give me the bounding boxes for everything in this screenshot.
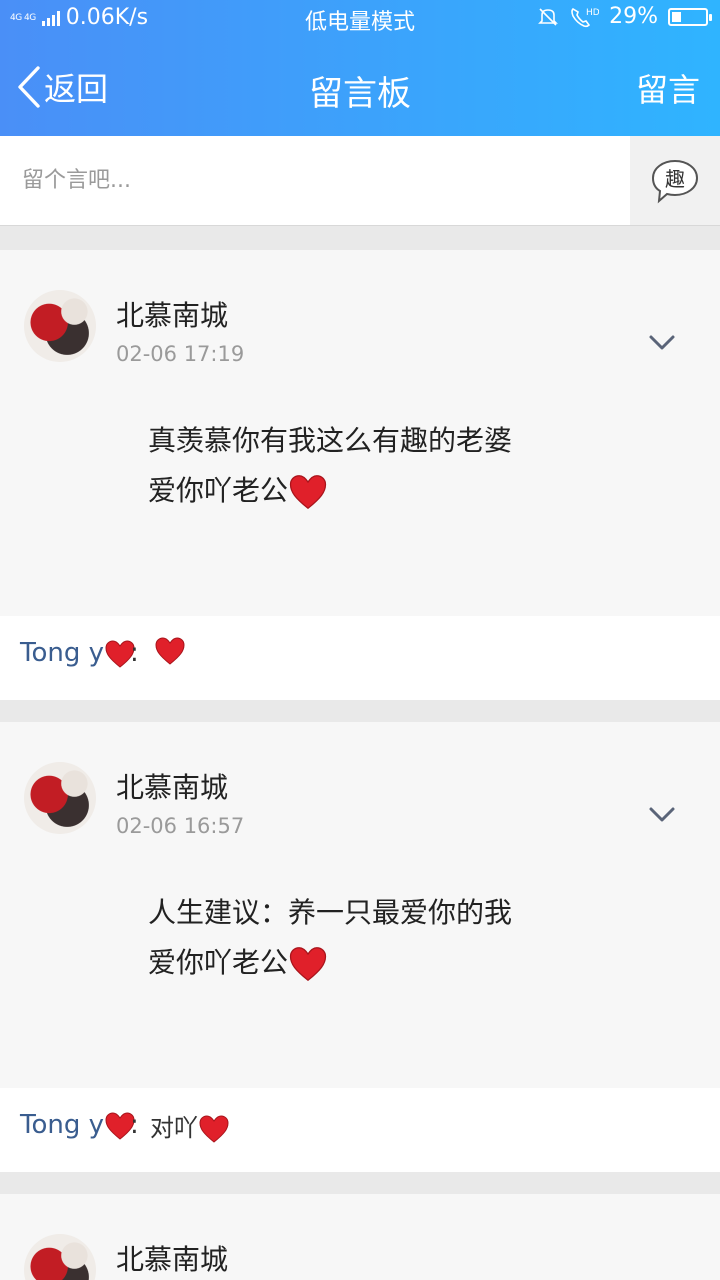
reply-row: Tong y : 对吖	[0, 1088, 720, 1172]
post-message-button[interactable]: 留言	[636, 65, 700, 111]
reply-row: Tong y :	[0, 616, 720, 700]
message-text: 人生建议：养一只最爱你的我 爱你吖老公	[148, 888, 512, 988]
fun-label: 趣	[665, 167, 685, 191]
reply-colon: :	[130, 638, 139, 668]
avatar[interactable]	[24, 290, 96, 362]
message-input[interactable]	[0, 136, 630, 225]
message-line: 人生建议：养一只最爱你的我	[148, 896, 513, 929]
author-name: 北慕南城	[116, 771, 229, 804]
reply-author-text: Tong y	[20, 638, 105, 668]
message-line: 爱你吖老公	[148, 466, 512, 516]
author-name: 北慕南城	[116, 299, 229, 332]
reply-colon: :	[130, 1110, 139, 1140]
page-title: 留言板	[309, 74, 411, 114]
nav-bar: 返回 留言板 留言	[0, 38, 720, 136]
app-header: 4G 4G 0.06K/s 低电量模式 HD 29% 返回 留言板 留言	[0, 0, 720, 136]
avatar[interactable]	[24, 1234, 96, 1280]
heart-icon	[199, 1115, 229, 1143]
fun-button[interactable]: 趣	[630, 136, 720, 225]
post-time: 02-06 16:57	[116, 814, 245, 838]
battery-fill	[672, 11, 681, 22]
message-input-bar: 趣	[0, 136, 720, 226]
svg-text:HD: HD	[586, 8, 599, 18]
reply-author[interactable]: Tong y	[20, 638, 136, 669]
reply-text: 对吖	[150, 1108, 230, 1144]
message-card: 北慕南城 02-06 17:19 真羡慕你有我这么有趣的老婆 爱你吖老公	[0, 250, 720, 616]
reply-author[interactable]: Tong y	[20, 1110, 136, 1141]
message-card: 北慕南城 02-06 16:57 人生建议：养一只最爱你的我 爱你吖老公	[0, 722, 720, 1088]
battery-percent: 29%	[609, 4, 658, 29]
chat-bubble-icon: 趣	[651, 159, 699, 203]
heart-icon	[289, 947, 327, 982]
author-name: 北慕南城	[116, 1243, 229, 1276]
reply-text-content: 对吖	[150, 1114, 198, 1142]
message-text: 真羡慕你有我这么有趣的老婆 爱你吖老公	[148, 416, 512, 516]
heart-icon	[289, 475, 327, 510]
message-card: 北慕南城	[0, 1194, 720, 1280]
chevron-down-icon[interactable]	[648, 806, 676, 824]
message-line: 真羡慕你有我这么有趣的老婆	[148, 424, 513, 457]
message-line: 爱你吖老公	[148, 938, 512, 988]
message-line-text: 爱你吖老公	[148, 474, 289, 507]
heart-icon	[155, 637, 185, 665]
hd-call-icon: HD	[571, 7, 599, 27]
message-line-text: 爱你吖老公	[148, 946, 289, 979]
bell-mute-icon	[538, 7, 559, 26]
battery-icon	[668, 7, 712, 26]
chevron-down-icon[interactable]	[648, 334, 676, 352]
status-right: HD 29%	[537, 4, 712, 29]
reply-author-text: Tong y	[20, 1110, 105, 1140]
reply-text	[154, 636, 186, 666]
post-time: 02-06 17:19	[116, 342, 245, 366]
avatar[interactable]	[24, 762, 96, 834]
status-bar: 4G 4G 0.06K/s 低电量模式 HD 29%	[0, 0, 720, 38]
